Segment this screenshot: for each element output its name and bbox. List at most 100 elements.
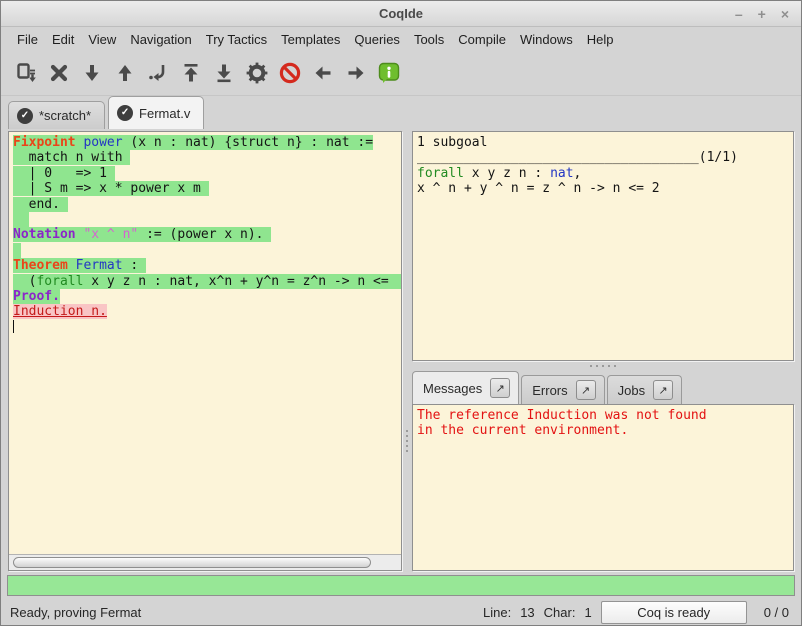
back-button[interactable] <box>306 56 339 90</box>
line-label: Line: <box>483 605 511 620</box>
detach-jobs-button[interactable]: ↗ <box>653 380 673 400</box>
close-doc-icon <box>47 61 71 85</box>
code-line: Induction n. <box>13 304 401 319</box>
code-line: match n with <box>13 150 401 165</box>
tab-messages[interactable]: Messages ↗ <box>412 371 519 404</box>
go-to-start-button[interactable] <box>174 56 207 90</box>
menu-item-templates[interactable]: Templates <box>274 30 347 49</box>
progress-bar <box>7 575 795 596</box>
menu-item-queries[interactable]: Queries <box>347 30 407 49</box>
step-forward-icon <box>80 61 104 85</box>
about-button[interactable] <box>372 56 405 90</box>
horizontal-scrollbar[interactable] <box>9 554 401 570</box>
code-line: x ^ n + y ^ n = z ^ n -> n <= 2 <box>417 181 793 196</box>
step-forward-button[interactable] <box>75 56 108 90</box>
code-line: | S m => x * power x m <box>13 181 401 196</box>
main-content: Fixpoint power (x n : nat) {struct n} : … <box>1 129 801 571</box>
menu-item-edit[interactable]: Edit <box>45 30 81 49</box>
detach-icon: ↗ <box>496 382 505 395</box>
tab-scratch[interactable]: ✓ *scratch* <box>8 101 105 129</box>
status-message: Ready, proving Fermat <box>10 605 141 620</box>
code-line: ____________________________________(1/1… <box>417 150 793 165</box>
code-line <box>13 212 401 227</box>
tab-fermat-label: Fermat.v <box>139 106 190 121</box>
tab-jobs-label: Jobs <box>618 383 645 398</box>
forward-button[interactable] <box>339 56 372 90</box>
code-line: | 0 => 1 <box>13 166 401 181</box>
menu-item-file[interactable]: File <box>10 30 45 49</box>
menu-item-navigation[interactable]: Navigation <box>123 30 198 49</box>
back-arrow-icon <box>311 61 335 85</box>
window-controls: – + × <box>735 7 801 21</box>
detach-icon: ↗ <box>581 384 590 397</box>
minimize-button[interactable]: – <box>735 7 743 21</box>
code-line: Fixpoint power (x n : nat) {struct n} : … <box>13 135 401 150</box>
code-line: in the current environment. <box>417 423 793 438</box>
close-button[interactable]: × <box>781 7 789 21</box>
go-to-start-icon <box>179 61 203 85</box>
interrupt-icon <box>278 61 302 85</box>
detach-errors-button[interactable]: ↗ <box>576 380 596 400</box>
save-icon <box>14 61 38 85</box>
horizontal-pane-divider[interactable] <box>412 361 794 371</box>
line-value: 13 <box>520 605 534 620</box>
interrupt-button[interactable] <box>273 56 306 90</box>
scrollbar-thumb[interactable] <box>13 557 371 568</box>
script-code: Fixpoint power (x n : nat) {struct n} : … <box>9 132 401 335</box>
save-button[interactable] <box>9 56 42 90</box>
code-line: The reference Induction was not found <box>417 408 793 423</box>
message-tab-bar: Messages ↗ Errors ↗ Jobs ↗ <box>412 371 794 404</box>
menu-item-compile[interactable]: Compile <box>451 30 513 49</box>
messages-panel[interactable]: The reference Induction was not foundin … <box>412 404 794 571</box>
tab-scratch-label: *scratch* <box>39 108 91 123</box>
check-icon: ✓ <box>117 105 133 121</box>
tab-errors[interactable]: Errors ↗ <box>521 375 604 404</box>
tab-errors-label: Errors <box>532 383 567 398</box>
go-to-end-icon <box>212 61 236 85</box>
goal-panel[interactable]: 1 subgoal_______________________________… <box>412 131 794 361</box>
check-icon: ✓ <box>17 108 33 124</box>
code-line: Notation "x ^ n" := (power x n). <box>13 227 401 242</box>
menu-bar: FileEditViewNavigationTry TacticsTemplat… <box>1 27 801 51</box>
tab-jobs[interactable]: Jobs ↗ <box>607 375 682 404</box>
code-line: 1 subgoal <box>417 135 793 150</box>
menu-item-tools[interactable]: Tools <box>407 30 451 49</box>
goal-text: 1 subgoal_______________________________… <box>413 132 793 197</box>
gear-icon <box>245 61 269 85</box>
settings-button[interactable] <box>240 56 273 90</box>
go-to-cursor-button[interactable] <box>141 56 174 90</box>
step-back-icon <box>113 61 137 85</box>
vertical-pane-divider[interactable] <box>402 131 412 571</box>
editor-tab-bar: ✓ *scratch* ✓ Fermat.v <box>1 96 801 129</box>
close-doc-button[interactable] <box>42 56 75 90</box>
window-title: CoqIde <box>1 6 801 21</box>
code-line: Theorem Fermat : <box>13 258 401 273</box>
go-to-cursor-icon <box>146 61 170 85</box>
detach-messages-button[interactable]: ↗ <box>490 378 510 398</box>
maximize-button[interactable]: + <box>758 7 766 21</box>
char-label: Char: <box>544 605 576 620</box>
menu-item-view[interactable]: View <box>81 30 123 49</box>
title-bar: CoqIde – + × <box>1 1 801 27</box>
menu-item-windows[interactable]: Windows <box>513 30 580 49</box>
code-line <box>13 243 401 258</box>
coqide-window: CoqIde – + × FileEditViewNavigationTry T… <box>0 0 802 626</box>
code-line <box>13 320 401 335</box>
menu-item-try-tactics[interactable]: Try Tactics <box>199 30 274 49</box>
code-line: (forall x y z n : nat, x^n + y^n = z^n -… <box>13 274 401 289</box>
status-right: Line: 13 Char: 1 Coq is ready 0 / 0 <box>483 601 789 624</box>
code-line: end. <box>13 197 401 212</box>
forward-arrow-icon <box>344 61 368 85</box>
right-column: 1 subgoal_______________________________… <box>412 131 794 571</box>
status-bar: Ready, proving Fermat Line: 13 Char: 1 C… <box>1 599 801 625</box>
tab-fermat[interactable]: ✓ Fermat.v <box>108 96 204 129</box>
char-value: 1 <box>584 605 591 620</box>
script-editor-panel[interactable]: Fixpoint power (x n : nat) {struct n} : … <box>8 131 402 571</box>
step-back-button[interactable] <box>108 56 141 90</box>
go-to-end-button[interactable] <box>207 56 240 90</box>
jobs-counter: 0 / 0 <box>764 605 789 620</box>
code-line: forall x y z n : nat, <box>417 166 793 181</box>
toolbar <box>1 51 801 96</box>
menu-item-help[interactable]: Help <box>580 30 621 49</box>
about-info-icon <box>377 61 401 85</box>
